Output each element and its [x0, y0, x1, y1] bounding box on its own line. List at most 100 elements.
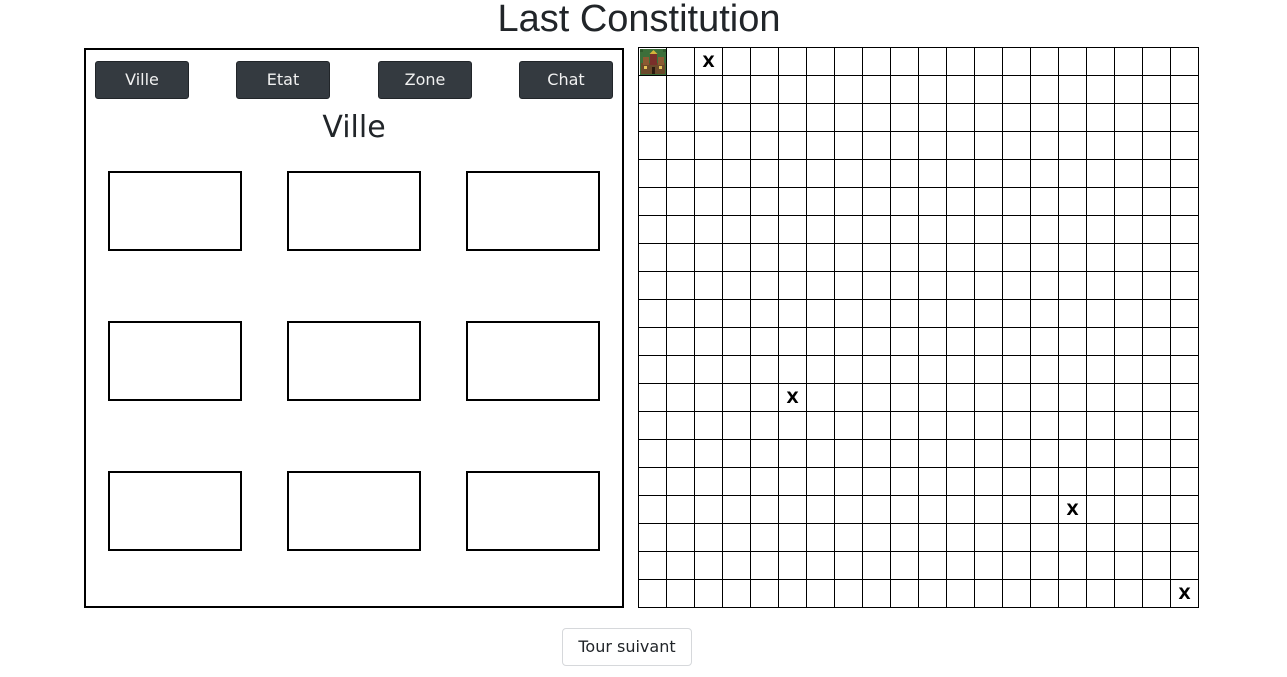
map-cell[interactable]	[695, 104, 723, 132]
map-cell[interactable]	[1087, 496, 1115, 524]
map-cell[interactable]	[1143, 384, 1171, 412]
map-cell[interactable]	[1031, 580, 1059, 608]
map-cell[interactable]	[807, 216, 835, 244]
map-cell[interactable]	[1031, 48, 1059, 76]
map-cell[interactable]	[723, 300, 751, 328]
map-cell[interactable]	[1059, 272, 1087, 300]
map-cell[interactable]	[1143, 216, 1171, 244]
building-slot[interactable]	[108, 321, 242, 401]
map-cell[interactable]	[891, 160, 919, 188]
map-cell[interactable]	[779, 328, 807, 356]
map-cell[interactable]	[1031, 104, 1059, 132]
map-cell[interactable]	[667, 160, 695, 188]
map-cell[interactable]	[667, 496, 695, 524]
map-cell[interactable]	[947, 356, 975, 384]
map-cell[interactable]	[751, 244, 779, 272]
map-cell[interactable]	[807, 552, 835, 580]
building-slot[interactable]	[466, 171, 600, 251]
map-cell[interactable]	[919, 496, 947, 524]
map-cell[interactable]	[1115, 356, 1143, 384]
map-cell[interactable]	[891, 300, 919, 328]
map-cell[interactable]	[1087, 328, 1115, 356]
map-cell[interactable]	[919, 300, 947, 328]
map-cell[interactable]	[1003, 440, 1031, 468]
map-cell[interactable]	[667, 132, 695, 160]
map-cell[interactable]	[1171, 216, 1199, 244]
map-cell[interactable]	[751, 524, 779, 552]
map-cell[interactable]	[1031, 160, 1059, 188]
map-cell[interactable]	[975, 356, 1003, 384]
map-cell[interactable]	[1115, 468, 1143, 496]
map-cell[interactable]	[1087, 356, 1115, 384]
map-cell[interactable]	[639, 468, 667, 496]
map-cell[interactable]	[1115, 132, 1143, 160]
map-cell[interactable]	[807, 384, 835, 412]
map-cell[interactable]	[1087, 552, 1115, 580]
map-cell[interactable]	[947, 524, 975, 552]
map-cell[interactable]	[667, 552, 695, 580]
map-cell[interactable]	[1171, 188, 1199, 216]
map-cell[interactable]	[779, 132, 807, 160]
building-slot[interactable]	[466, 471, 600, 551]
map-cell[interactable]	[891, 272, 919, 300]
map-cell[interactable]	[751, 272, 779, 300]
map-cell[interactable]	[639, 104, 667, 132]
building-slot[interactable]	[108, 471, 242, 551]
map-cell[interactable]	[751, 188, 779, 216]
map-cell[interactable]	[723, 496, 751, 524]
map-cell[interactable]	[1115, 496, 1143, 524]
map-cell[interactable]	[1087, 580, 1115, 608]
map-cell[interactable]	[1143, 188, 1171, 216]
map-cell[interactable]	[751, 76, 779, 104]
map-cell[interactable]	[779, 272, 807, 300]
map-cell[interactable]	[751, 384, 779, 412]
map-cell[interactable]	[1087, 440, 1115, 468]
map-cell[interactable]	[723, 216, 751, 244]
map-cell[interactable]	[667, 384, 695, 412]
map-cell[interactable]	[947, 384, 975, 412]
map-cell[interactable]	[975, 328, 1003, 356]
map-cell[interactable]	[1087, 272, 1115, 300]
map-cell[interactable]	[835, 328, 863, 356]
map-cell[interactable]	[1171, 76, 1199, 104]
map-cell[interactable]	[863, 580, 891, 608]
map-cell[interactable]	[723, 160, 751, 188]
map-cell[interactable]	[1059, 440, 1087, 468]
map-cell[interactable]	[891, 440, 919, 468]
map-cell[interactable]	[1059, 188, 1087, 216]
map-cell[interactable]	[695, 468, 723, 496]
map-cell[interactable]	[1031, 132, 1059, 160]
map-cell[interactable]	[779, 356, 807, 384]
map-cell[interactable]	[975, 412, 1003, 440]
map-cell[interactable]	[639, 524, 667, 552]
map-cell[interactable]	[1059, 552, 1087, 580]
map-cell[interactable]	[835, 580, 863, 608]
map-cell[interactable]	[1059, 384, 1087, 412]
map-cell[interactable]	[667, 580, 695, 608]
map-cell[interactable]	[1087, 384, 1115, 412]
map-cell[interactable]	[863, 132, 891, 160]
map-cell[interactable]	[1171, 104, 1199, 132]
map-cell[interactable]	[863, 216, 891, 244]
map-cell[interactable]	[835, 356, 863, 384]
map-cell[interactable]	[1003, 552, 1031, 580]
map-cell[interactable]	[863, 104, 891, 132]
map-cell[interactable]	[1087, 216, 1115, 244]
map-cell[interactable]	[1115, 76, 1143, 104]
map-cell[interactable]	[1059, 580, 1087, 608]
map-cell[interactable]	[695, 132, 723, 160]
map-cell[interactable]	[891, 328, 919, 356]
map-cell[interactable]	[919, 412, 947, 440]
map-cell[interactable]	[835, 384, 863, 412]
map-cell[interactable]	[723, 440, 751, 468]
map-cell[interactable]	[779, 468, 807, 496]
map-cell[interactable]	[723, 272, 751, 300]
map-cell[interactable]	[1115, 384, 1143, 412]
map-cell[interactable]	[1115, 160, 1143, 188]
map-cell[interactable]	[1031, 328, 1059, 356]
map-cell[interactable]	[807, 188, 835, 216]
map-cell[interactable]	[947, 496, 975, 524]
map-cell[interactable]	[1031, 300, 1059, 328]
map-cell[interactable]	[919, 552, 947, 580]
map-cell[interactable]	[863, 272, 891, 300]
